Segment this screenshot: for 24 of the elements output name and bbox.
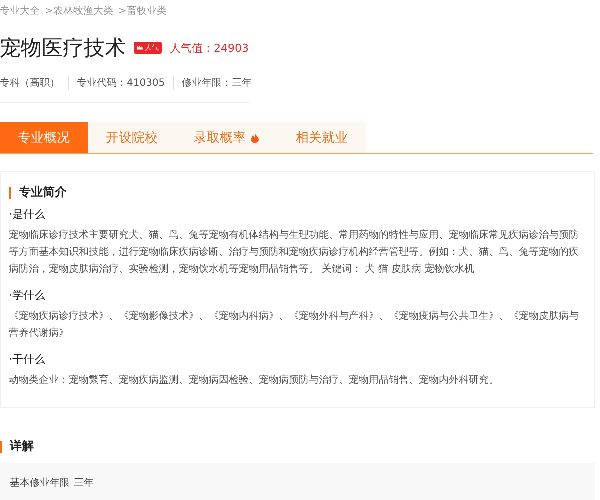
detail-label: 基本修业年限 xyxy=(10,476,70,490)
major-title: 宠物医疗技术 xyxy=(0,35,126,62)
subsection-title: ·学什么 xyxy=(9,288,46,303)
breadcrumb-link[interactable]: 专业大全 xyxy=(0,4,40,18)
meta-item: 专科（高职） xyxy=(0,76,61,90)
subsection-text: 《宠物疾病诊疗技术》、《宠物影像技术》、《宠物内科病》、《宠物外科与产科》、《宠物疫病与公共卫生》、《宠物皮肤病与营养代谢病》 xyxy=(9,310,580,341)
breadcrumb-link[interactable]: >畜牧业类 xyxy=(118,4,167,18)
subsection-title: ·干什么 xyxy=(9,352,46,367)
tab[interactable]: 开设院校 xyxy=(88,122,176,153)
meta-item: 专业代码：410305 xyxy=(68,76,174,90)
subsection-text: 宠物临床诊疗技术主要研究犬、猫、鸟、兔等宠物有机体结构与生理功能、常用药物的特性与应用、宠物临床常见疾病诊治与预防等方面基本知识和技能，进行宠物临床疾病诊断、治疗与预防和宠物疾病诊疗机构经营管理等。例如：犬、猫、鸟、兔等宠物的疾病防治，宠物皮肤病治疗、实验检测，宠物饮水机等宠物用品销售等。 关键词： 犬 猫 皮肤病 宠物饮水机 xyxy=(9,228,580,277)
popularity-value: 人气值：24903 xyxy=(170,40,249,56)
subsection-text: 动物类企业：宠物繁育、宠物疾病监测、宠物病因检验、宠物病预防与治疗、宠物用品销售、宠物内外科研究。 xyxy=(9,374,500,388)
tab[interactable]: 专业概况 xyxy=(0,122,88,153)
subsection-title: ·是什么 xyxy=(9,207,46,222)
tab[interactable]: 相关就业 xyxy=(278,122,366,153)
breadcrumb-link[interactable]: >农林牧渔大类 xyxy=(45,4,114,18)
detail-value: 三年 xyxy=(74,477,94,490)
flame-icon xyxy=(250,132,260,144)
section-heading: 详解 xyxy=(10,438,34,455)
crown-icon xyxy=(137,45,143,51)
section-heading: 专业简介 xyxy=(19,184,67,201)
meta-item: 修业年限：三年 xyxy=(173,76,260,90)
tab[interactable]: 录取概率 xyxy=(176,122,278,153)
